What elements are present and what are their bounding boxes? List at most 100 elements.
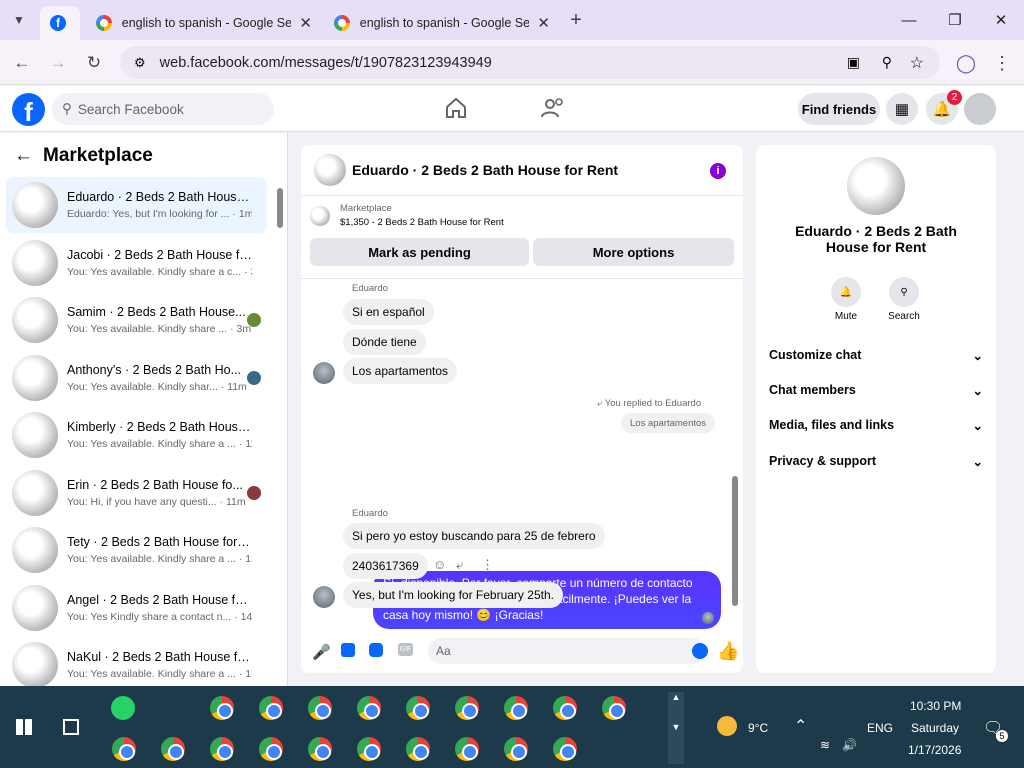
weather-temp[interactable]: 9°C xyxy=(748,721,768,735)
bookmark-star-icon[interactable]: ☆ xyxy=(910,53,924,73)
chat-members-row[interactable]: Chat members ⌄ xyxy=(769,383,983,398)
conversation-item[interactable]: NaKul · 2 Beds 2 Bath House for... You: Y… xyxy=(6,637,267,686)
conversation-item[interactable]: Samim · 2 Beds 2 Bath House... You: Yes a… xyxy=(6,292,267,348)
account-avatar[interactable] xyxy=(964,93,996,125)
sender-avatar[interactable] xyxy=(313,586,335,608)
chrome-taskbar-icon[interactable] xyxy=(405,695,431,721)
forward-button[interactable]: → xyxy=(45,50,71,76)
chrome-taskbar-icon[interactable] xyxy=(405,736,431,762)
chrome-taskbar-icon[interactable] xyxy=(258,695,284,721)
sidebar-scrollbar[interactable] xyxy=(277,188,283,228)
listing-info[interactable]: Marketplace $1,350 - 2 Beds 2 Bath House… xyxy=(310,203,504,228)
gif-icon[interactable]: GIF xyxy=(398,643,413,656)
customize-chat-row[interactable]: Customize chat ⌄ xyxy=(769,348,983,363)
facebook-logo[interactable]: f xyxy=(12,93,45,127)
chrome-taskbar-icon[interactable] xyxy=(209,736,235,762)
restore-button[interactable]: ❐ xyxy=(932,0,978,40)
message-bubble[interactable]: Si en español xyxy=(343,299,434,325)
windows-start-icon[interactable] xyxy=(16,719,32,735)
media-files-links-row[interactable]: Media, files and links ⌄ xyxy=(769,418,983,433)
message-bubble[interactable]: 2403617369 xyxy=(343,553,428,579)
back-button[interactable]: ← xyxy=(9,50,35,76)
clock-day[interactable]: Saturday xyxy=(911,721,959,735)
conversation-item[interactable]: Kimberly · 2 Beds 2 Bath House ... You: Y… xyxy=(6,407,267,463)
reload-button[interactable]: ↻ xyxy=(81,50,107,76)
chat-title[interactable]: Eduardo · 2 Beds 2 Bath House for Rent xyxy=(352,162,618,178)
search-facebook-input[interactable]: ⚲ Search Facebook xyxy=(52,93,274,125)
volume-icon[interactable]: 🔊 xyxy=(842,738,857,752)
privacy-support-row[interactable]: Privacy & support ⌄ xyxy=(769,454,983,469)
menu-icon[interactable]: ⋮ xyxy=(989,50,1015,76)
reply-icon[interactable]: ⤶ xyxy=(456,557,463,573)
message-bubble[interactable]: Si pero yo estoy buscando para 25 de feb… xyxy=(343,523,605,549)
chrome-taskbar-icon[interactable] xyxy=(307,695,333,721)
tab-facebook[interactable]: f xyxy=(40,6,80,40)
tab-list-button[interactable]: ▼ xyxy=(6,7,32,33)
profile-icon[interactable]: ◯ xyxy=(953,50,979,76)
close-icon[interactable]: ✕ xyxy=(299,14,312,32)
chrome-taskbar-icon[interactable] xyxy=(503,736,529,762)
chrome-taskbar-icon[interactable] xyxy=(552,695,578,721)
photo-icon[interactable] xyxy=(341,643,355,657)
menu-grid-icon[interactable]: ▦ xyxy=(886,93,918,125)
message-bubble[interactable]: Los apartamentos xyxy=(343,358,458,384)
conversation-item[interactable]: Anthony's · 2 Beds 2 Bath Ho... You: Yes … xyxy=(6,350,267,406)
close-window-button[interactable]: ✕ xyxy=(978,0,1024,40)
chrome-taskbar-icon[interactable] xyxy=(601,695,627,721)
chrome-taskbar-icon[interactable] xyxy=(258,736,284,762)
minimize-button[interactable]: — xyxy=(886,0,932,40)
mark-as-pending-button[interactable]: Mark as pending xyxy=(310,238,529,266)
microphone-icon[interactable]: 🎤 xyxy=(312,643,331,661)
show-hidden-icons[interactable]: ⌃ xyxy=(794,716,807,736)
network-icon[interactable]: ≋ xyxy=(820,738,830,752)
info-icon[interactable]: i xyxy=(710,163,726,179)
search-action[interactable]: ⚲ Search xyxy=(884,277,924,322)
back-arrow-icon[interactable]: ← xyxy=(14,145,33,167)
tab-google-1[interactable]: english to spanish - Google Search ✕ xyxy=(86,6,322,40)
conversation-item[interactable]: Jacobi · 2 Beds 2 Bath House fo... You: Y… xyxy=(6,235,267,291)
more-icon[interactable]: ⋮ xyxy=(481,557,494,573)
home-icon[interactable] xyxy=(444,97,468,119)
sticker-icon[interactable] xyxy=(369,643,383,657)
chat-scrollbar[interactable] xyxy=(732,476,738,606)
site-info-icon[interactable]: ⚙ xyxy=(134,55,146,71)
zoom-icon[interactable]: ⚲ xyxy=(882,54,892,71)
chrome-taskbar-icon[interactable] xyxy=(111,736,137,762)
chrome-taskbar-icon[interactable] xyxy=(356,695,382,721)
clock-date[interactable]: 1/17/2026 xyxy=(908,743,961,757)
conversation-item[interactable]: Angel · 2 Beds 2 Bath House for... You: Y… xyxy=(6,580,267,636)
address-bar[interactable]: ⚙ web.facebook.com/messages/t/1907823123… xyxy=(120,46,940,79)
close-icon[interactable]: ✕ xyxy=(537,14,550,32)
chrome-taskbar-icon[interactable] xyxy=(454,736,480,762)
listing-thumbnail[interactable] xyxy=(314,154,346,186)
weather-icon[interactable] xyxy=(717,716,737,736)
conversation-item[interactable]: Erin · 2 Beds 2 Bath House fo... You: Hi,… xyxy=(6,465,267,521)
conversation-item[interactable]: Tety · 2 Beds 2 Bath House for R... You: … xyxy=(6,522,267,578)
more-options-button[interactable]: More options xyxy=(533,238,734,266)
mute-action[interactable]: 🔔 Mute xyxy=(826,277,866,322)
new-tab-button[interactable]: + xyxy=(563,7,589,33)
chrome-taskbar-icon[interactable] xyxy=(503,695,529,721)
chrome-taskbar-icon[interactable] xyxy=(160,736,186,762)
message-bubble[interactable]: Dónde tiene xyxy=(343,329,426,355)
chrome-taskbar-icon[interactable] xyxy=(552,736,578,762)
chrome-taskbar-icon[interactable] xyxy=(454,695,480,721)
message-bubble[interactable]: Yes, but I'm looking for February 25th. xyxy=(343,582,563,608)
sender-avatar[interactable] xyxy=(313,362,335,384)
conversation-item[interactable]: Eduardo · 2 Beds 2 Bath House for Rent Ed… xyxy=(6,177,267,233)
emoji-icon[interactable] xyxy=(692,643,708,659)
listing-large-thumbnail[interactable] xyxy=(847,157,905,215)
thumbs-up-icon[interactable]: 👍 xyxy=(717,641,739,662)
tab-google-2[interactable]: english to spanish - Google Search ✕ xyxy=(324,6,560,40)
quoted-message[interactable]: Los apartamentos xyxy=(621,413,716,433)
language-indicator[interactable]: ENG xyxy=(867,721,893,735)
friends-icon[interactable] xyxy=(540,97,566,119)
taskbar-scroll[interactable]: ▲ ▼ xyxy=(668,692,684,764)
chrome-taskbar-icon[interactable] xyxy=(209,695,235,721)
whatsapp-icon[interactable] xyxy=(111,696,135,720)
message-input[interactable]: Aa xyxy=(428,638,708,664)
install-icon[interactable]: ▣ xyxy=(847,54,860,71)
task-view-icon[interactable] xyxy=(63,719,79,735)
react-icon[interactable]: ☺ xyxy=(433,557,446,572)
chrome-taskbar-icon[interactable] xyxy=(356,736,382,762)
